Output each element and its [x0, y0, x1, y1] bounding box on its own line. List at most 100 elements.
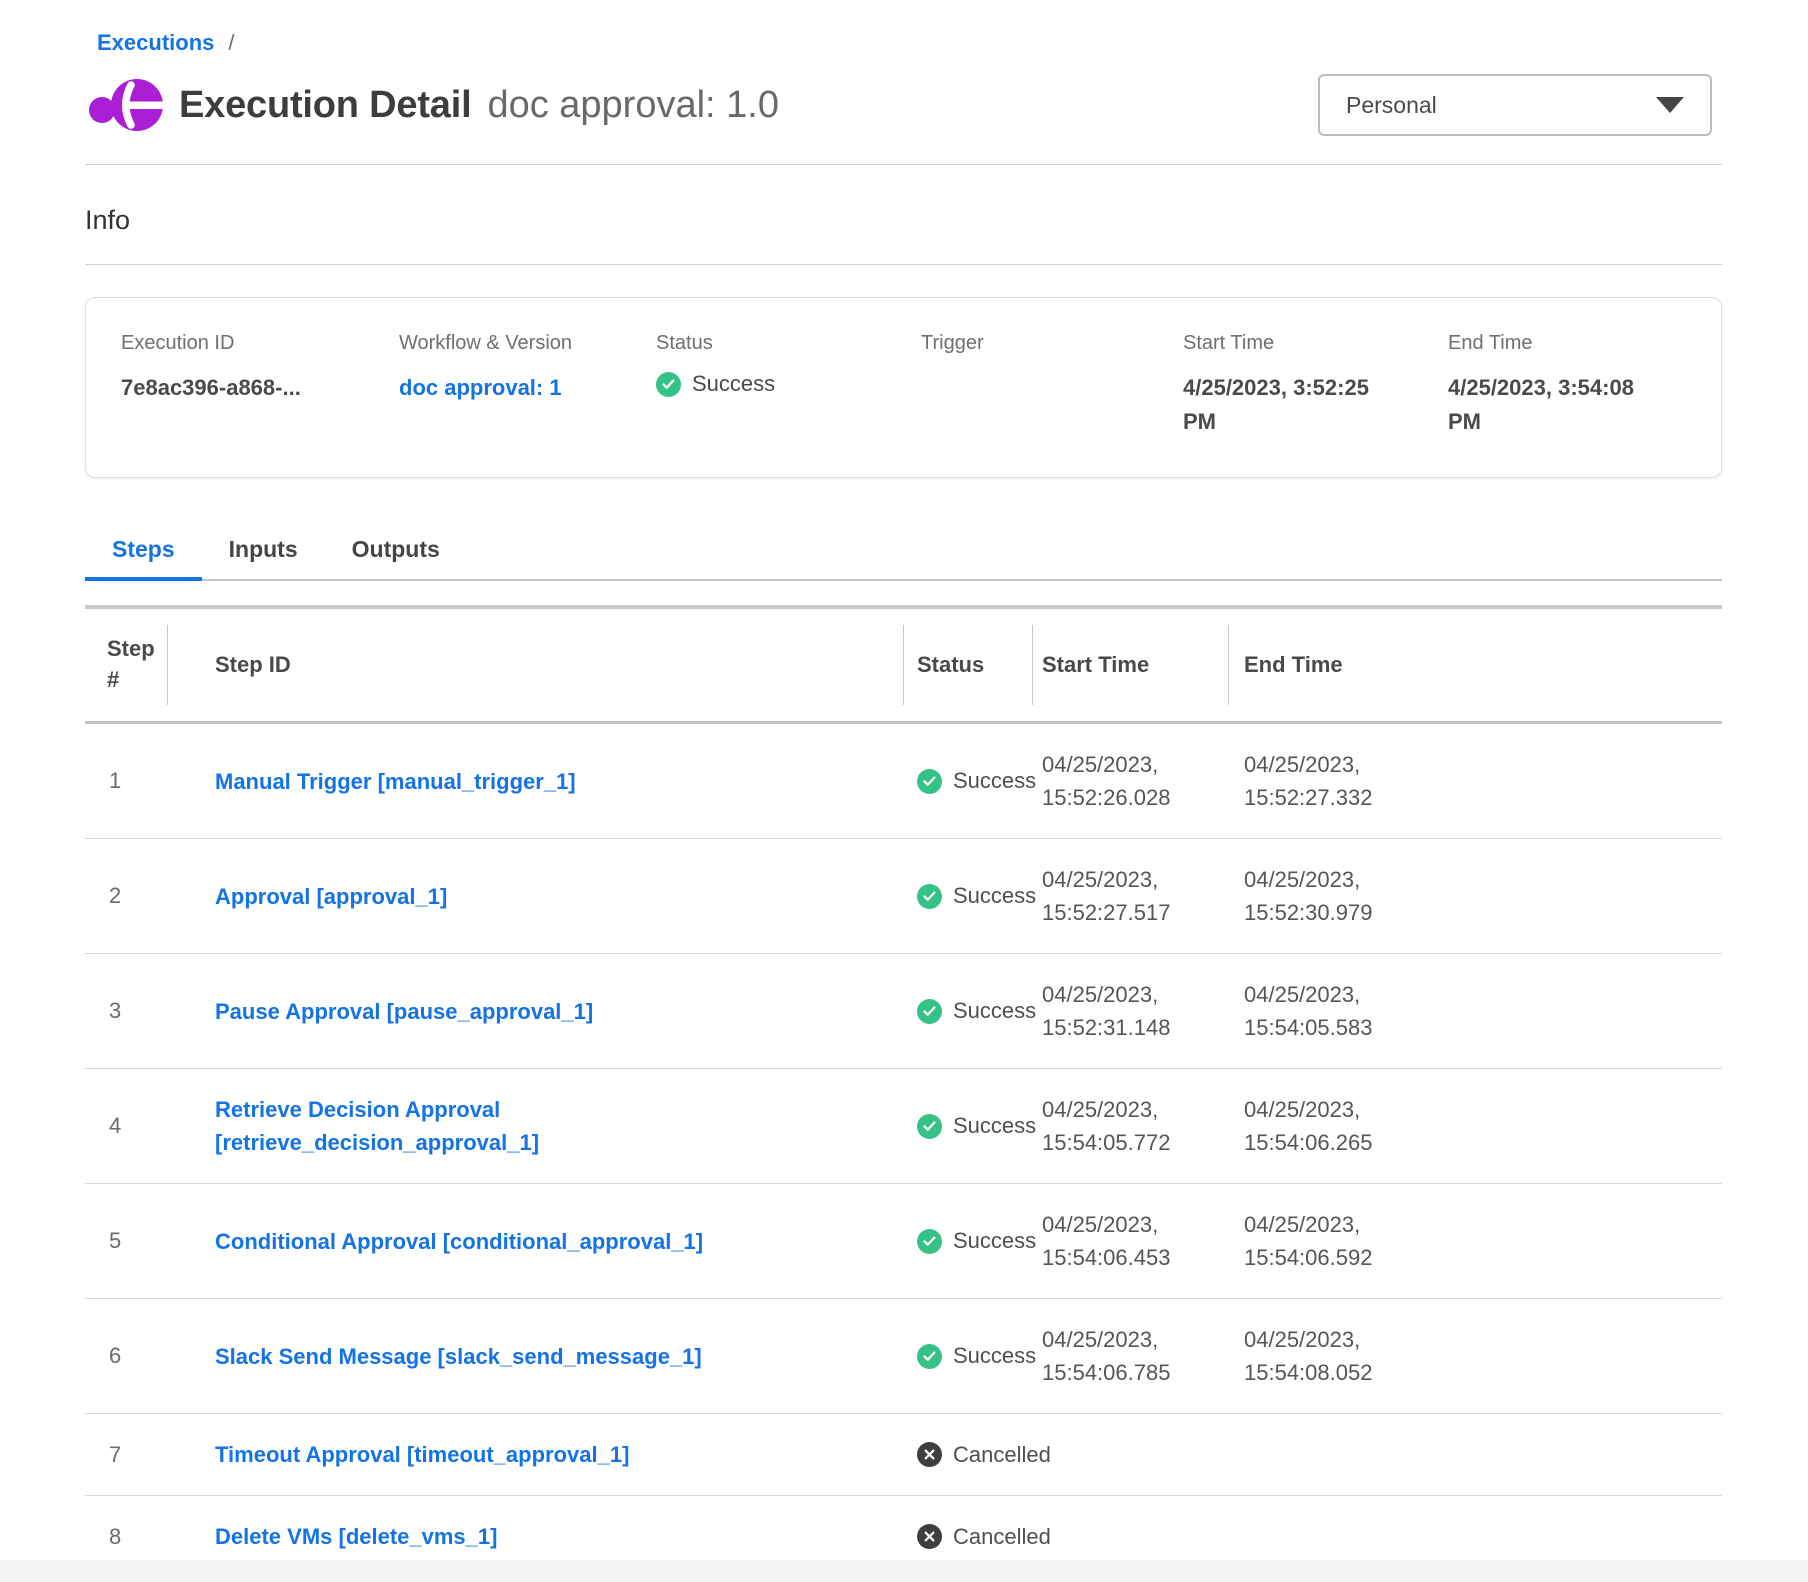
step-id-link[interactable]: Delete VMs [delete_vms_1]	[215, 1520, 497, 1553]
step-status: Success	[903, 1113, 1032, 1139]
step-start-time: 04/25/2023, 15:52:31.148	[1042, 978, 1217, 1044]
step-number: 7	[85, 1442, 167, 1468]
step-end-time: 04/25/2023, 15:52:30.979	[1244, 863, 1419, 929]
step-start-time: 04/25/2023, 15:54:06.453	[1042, 1208, 1217, 1274]
scope-dropdown-value: Personal	[1346, 92, 1437, 119]
field-workflow-version: Workflow & Version doc approval: 1	[399, 332, 656, 439]
status-icon	[917, 769, 942, 794]
step-status: Success	[903, 1228, 1032, 1254]
step-number: 2	[85, 883, 167, 909]
step-id-link[interactable]: Conditional Approval [conditional_approv…	[215, 1225, 703, 1258]
tab-steps[interactable]: Steps	[85, 524, 202, 579]
execution-id-value: 7e8ac396-a868-...	[121, 371, 399, 405]
column-header-status: Status	[903, 609, 1032, 721]
table-row: 6 Slack Send Message [slack_send_message…	[85, 1299, 1722, 1414]
status-icon	[917, 999, 942, 1024]
steps-table-body: 1 Manual Trigger [manual_trigger_1] Succ…	[85, 724, 1722, 1578]
table-row: 3 Pause Approval [pause_approval_1] Succ…	[85, 954, 1722, 1069]
column-header-end-time: End Time	[1228, 609, 1722, 721]
step-end-time: 04/25/2023, 15:54:05.583	[1244, 978, 1419, 1044]
column-header-step-num: Step #	[85, 609, 167, 721]
table-row: 5 Conditional Approval [conditional_appr…	[85, 1184, 1722, 1299]
step-start-time: 04/25/2023, 15:54:05.772	[1042, 1093, 1217, 1159]
step-end-time: 04/25/2023, 15:52:27.332	[1244, 748, 1419, 814]
table-row: 4 Retrieve Decision Approval [retrieve_d…	[85, 1069, 1722, 1184]
field-label: Execution ID	[121, 332, 399, 355]
status-text: Success	[953, 768, 1036, 794]
status-icon	[917, 1229, 942, 1254]
step-id-link[interactable]: Timeout Approval [timeout_approval_1]	[215, 1438, 629, 1471]
step-id-link[interactable]: Approval [approval_1]	[215, 880, 447, 913]
field-execution-id: Execution ID 7e8ac396-a868-...	[121, 332, 399, 439]
status-text: Success	[953, 1343, 1036, 1369]
field-label: Start Time	[1183, 332, 1448, 355]
field-end-time: End Time 4/25/2023, 3:54:08 PM	[1448, 332, 1721, 439]
step-number: 3	[85, 998, 167, 1024]
field-label: Status	[656, 332, 921, 355]
status-text: Success	[953, 1228, 1036, 1254]
step-number: 8	[85, 1524, 167, 1550]
breadcrumb: Executions /	[85, 0, 1722, 56]
table-row: 1 Manual Trigger [manual_trigger_1] Succ…	[85, 724, 1722, 839]
check-circle-icon	[656, 372, 681, 397]
step-start-time: 04/25/2023, 15:54:06.785	[1042, 1323, 1217, 1389]
status-icon	[917, 1114, 942, 1139]
step-status: Success	[903, 998, 1032, 1024]
page-title: Execution Detail	[179, 84, 471, 127]
field-label: Trigger	[921, 332, 1183, 355]
step-start-time: 04/25/2023, 15:52:27.517	[1042, 863, 1217, 929]
info-divider	[85, 264, 1722, 265]
field-label: Workflow & Version	[399, 332, 656, 355]
workflow-version-link[interactable]: doc approval: 1	[399, 375, 562, 400]
breadcrumb-separator: /	[228, 30, 234, 56]
end-time-value: 4/25/2023, 3:54:08 PM	[1448, 371, 1673, 439]
status-icon	[917, 1442, 942, 1467]
step-id-link[interactable]: Pause Approval [pause_approval_1]	[215, 995, 593, 1028]
detail-tabs: Steps Inputs Outputs	[85, 524, 1722, 581]
status-text: Success	[953, 1113, 1036, 1139]
status-icon	[917, 1524, 942, 1549]
step-id-link[interactable]: Slack Send Message [slack_send_message_1…	[215, 1340, 702, 1373]
tab-outputs[interactable]: Outputs	[325, 524, 467, 579]
step-number: 5	[85, 1228, 167, 1254]
step-status: Cancelled	[903, 1442, 1032, 1468]
field-trigger: Trigger	[921, 332, 1183, 439]
column-header-step-id: Step ID	[167, 609, 903, 721]
scope-dropdown[interactable]: Personal	[1318, 74, 1712, 136]
status-icon	[917, 1344, 942, 1369]
title-row: Execution Detail doc approval: 1.0 Perso…	[85, 72, 1722, 138]
tab-inputs[interactable]: Inputs	[202, 524, 325, 579]
column-header-start-time: Start Time	[1032, 609, 1228, 721]
info-section-heading: Info	[85, 205, 1722, 236]
table-row: 7 Timeout Approval [timeout_approval_1] …	[85, 1414, 1722, 1496]
execution-info-card: Execution ID 7e8ac396-a868-... Workflow …	[85, 297, 1722, 478]
step-number: 1	[85, 768, 167, 794]
step-number: 4	[85, 1113, 167, 1139]
step-start-time: 04/25/2023, 15:52:26.028	[1042, 748, 1217, 814]
page-subtitle: doc approval: 1.0	[487, 84, 779, 127]
status-text: Success	[953, 998, 1036, 1024]
step-status: Success	[903, 883, 1032, 909]
title-divider	[85, 164, 1722, 165]
field-status: Status Success	[656, 332, 921, 439]
step-id-link[interactable]: Manual Trigger [manual_trigger_1]	[215, 765, 576, 798]
execution-status-text: Success	[692, 371, 775, 397]
status-icon	[917, 884, 942, 909]
breadcrumb-executions-link[interactable]: Executions	[85, 30, 214, 56]
step-end-time: 04/25/2023, 15:54:06.592	[1244, 1208, 1419, 1274]
status-text: Success	[953, 883, 1036, 909]
step-end-time: 04/25/2023, 15:54:08.052	[1244, 1323, 1419, 1389]
start-time-value: 4/25/2023, 3:52:25 PM	[1183, 371, 1408, 439]
steps-table-header: Step # Step ID Status Start Time End Tim…	[85, 605, 1722, 724]
chevron-down-icon	[1656, 97, 1684, 113]
bottom-strip	[0, 1560, 1808, 1582]
table-row: 2 Approval [approval_1] Success 04/25/20…	[85, 839, 1722, 954]
step-status: Success	[903, 1343, 1032, 1369]
step-id-link[interactable]: Retrieve Decision Approval [retrieve_dec…	[215, 1093, 785, 1159]
steps-table: Step # Step ID Status Start Time End Tim…	[85, 605, 1722, 1578]
workflow-logo-icon	[87, 72, 167, 138]
step-end-time: 04/25/2023, 15:54:06.265	[1244, 1093, 1419, 1159]
field-start-time: Start Time 4/25/2023, 3:52:25 PM	[1183, 332, 1448, 439]
execution-status: Success	[656, 371, 921, 397]
step-number: 6	[85, 1343, 167, 1369]
